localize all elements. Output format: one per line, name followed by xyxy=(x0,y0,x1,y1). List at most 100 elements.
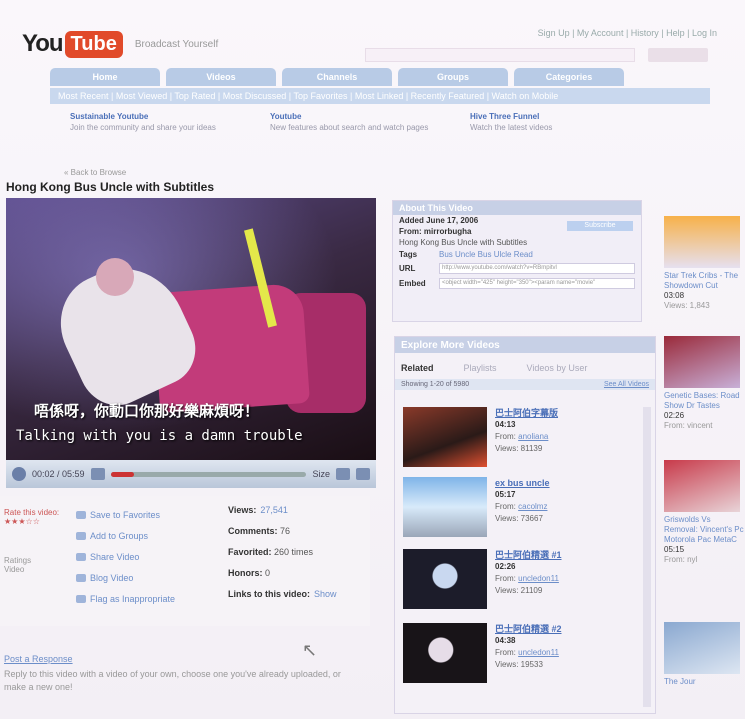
related-video-item[interactable]: 巴士阿伯精選 #1 02:26 From: uncledon11 Views: … xyxy=(403,549,643,613)
video-thumbnail[interactable] xyxy=(664,336,740,388)
related-video-title[interactable]: 巴士阿伯精選 #1 xyxy=(495,549,562,561)
promoted-video-views: From: nyl xyxy=(664,555,698,564)
scrollbar[interactable] xyxy=(643,407,651,707)
fullscreen-icon[interactable] xyxy=(356,468,370,480)
sub-navigation[interactable]: Most Recent | Most Viewed | Top Rated | … xyxy=(50,88,710,104)
volume-icon[interactable] xyxy=(90,468,105,480)
url-field[interactable]: http://www.youtube.com/watch?v=RBmpitvl xyxy=(439,263,635,274)
share-video-link[interactable]: Share Video xyxy=(76,546,175,567)
related-video-title[interactable]: 巴士阿伯字幕版 xyxy=(495,407,558,419)
related-video-title[interactable]: 巴士阿伯精選 #2 xyxy=(495,623,562,635)
group-icon xyxy=(76,531,86,540)
subscribe-button[interactable]: Subscribe xyxy=(567,221,633,231)
video-stats: Views: 27,541 Comments: 76 Favorited: 260… xyxy=(228,505,358,610)
video-label: Video xyxy=(4,565,25,574)
embed-label: Embed xyxy=(399,279,426,288)
promoted-video[interactable]: Genetic Bases: Road Show Dr Tastes 02:26… xyxy=(664,336,744,431)
related-video-item[interactable]: 巴士阿伯字幕版 04:13 From: anoliana Views: 8113… xyxy=(403,407,643,471)
from-label: From: xyxy=(495,432,516,441)
promo-item[interactable]: Sustainable Youtube Join the community a… xyxy=(70,112,240,132)
promoted-video-title[interactable]: Griswolds Vs Removal: Vincent's Pc Motor… xyxy=(664,515,744,545)
promo-item[interactable]: Youtube New features about search and wa… xyxy=(270,112,440,132)
tab-playlists[interactable]: Playlists xyxy=(464,363,497,373)
back-to-browse-link[interactable]: « Back to Browse xyxy=(64,168,126,177)
top-links[interactable]: Sign Up | My Account | History | Help | … xyxy=(538,28,717,38)
video-thumbnail[interactable] xyxy=(403,623,487,683)
video-thumbnail[interactable] xyxy=(403,477,487,537)
ratings-label: Ratings xyxy=(4,556,32,565)
search-input[interactable] xyxy=(365,48,635,62)
promoted-video[interactable]: Star Trek Cribs - The Showdown Cut 03:08… xyxy=(664,216,744,311)
links-show-link[interactable]: Show xyxy=(314,589,337,599)
comments-label: Comments: xyxy=(228,526,278,536)
see-all-link[interactable]: See All Videos xyxy=(604,381,649,388)
tab-home[interactable]: Home xyxy=(50,68,160,86)
video-thumbnail[interactable] xyxy=(403,549,487,609)
tab-channels[interactable]: Channels xyxy=(282,68,392,86)
video-thumbnail[interactable] xyxy=(403,407,487,467)
post-response-link[interactable]: Post a Response xyxy=(4,654,73,664)
tab-videos-by-user[interactable]: Videos by User xyxy=(527,363,588,373)
related-video-title[interactable]: ex bus uncle xyxy=(495,477,550,489)
embed-field[interactable]: <object width="425" height="350"><param … xyxy=(439,278,635,289)
add-groups-link[interactable]: Add to Groups xyxy=(76,525,175,546)
promoted-video-title[interactable]: The Jour xyxy=(664,677,744,687)
tags-links[interactable]: Bus Uncle Bus Ulcle Read xyxy=(439,250,533,259)
action-label[interactable]: Add to Groups xyxy=(90,531,148,541)
video-description: Hong Kong Bus Uncle with Subtitles xyxy=(399,238,528,247)
share-icon xyxy=(76,552,86,561)
play-pause-button[interactable] xyxy=(12,467,26,481)
favorited-label: Favorited: xyxy=(228,547,272,557)
tab-categories[interactable]: Categories xyxy=(514,68,624,86)
from-label: From: xyxy=(495,502,516,511)
video-thumbnail[interactable] xyxy=(664,622,740,674)
related-video-item[interactable]: 巴士阿伯精選 #2 04:38 From: uncledon11 Views: … xyxy=(403,623,643,687)
mouse-cursor-icon: ↖ xyxy=(302,640,318,660)
url-label: URL xyxy=(399,264,416,273)
promoted-video-title[interactable]: Star Trek Cribs - The Showdown Cut xyxy=(664,271,744,291)
about-video-panel: About This Video Subscribe Added June 17… xyxy=(392,200,642,322)
video-player[interactable]: 唔係呀，你動口你那好樂麻煩呀！ Talking with you is a da… xyxy=(6,198,376,488)
video-thumbnail[interactable] xyxy=(664,460,740,512)
honors-count: 0 xyxy=(265,568,271,578)
tab-groups[interactable]: Groups xyxy=(398,68,508,86)
related-video-author[interactable]: uncledon11 xyxy=(518,648,559,657)
video-thumbnail[interactable] xyxy=(664,216,740,268)
promoted-video[interactable]: Griswolds Vs Removal: Vincent's Pc Motor… xyxy=(664,460,744,565)
explore-title: Explore More Videos xyxy=(395,337,655,353)
star-icon xyxy=(76,510,86,519)
action-label[interactable]: Save to Favorites xyxy=(90,510,160,520)
seek-bar[interactable] xyxy=(110,471,307,477)
rating-stars[interactable]: ★★★☆☆ xyxy=(4,517,59,526)
blog-icon xyxy=(76,573,86,582)
action-label[interactable]: Flag as Inappropriate xyxy=(90,594,175,604)
promoted-video-duration: 02:26 xyxy=(664,411,685,420)
related-video-item[interactable]: ex bus uncle 05:17 From: cacolmz Views: … xyxy=(403,477,643,541)
related-video-author[interactable]: uncledon11 xyxy=(518,574,559,583)
flag-video-link[interactable]: Flag as Inappropriate xyxy=(76,588,175,609)
comments-count: 76 xyxy=(280,526,291,536)
promoted-video-title[interactable]: Genetic Bases: Road Show Dr Tastes xyxy=(664,391,744,411)
related-video-author[interactable]: anoliana xyxy=(518,432,548,441)
blog-video-link[interactable]: Blog Video xyxy=(76,567,175,588)
subtitle-english: Talking with you is a damn trouble xyxy=(16,428,303,444)
youtube-logo[interactable]: You Tube Broadcast Yourself xyxy=(22,30,218,58)
promoted-video[interactable]: The Jour xyxy=(664,622,744,687)
promo-title[interactable]: Sustainable Youtube xyxy=(70,112,240,121)
promo-item[interactable]: Hive Three Funnel Watch the latest video… xyxy=(470,112,640,132)
logo-you: You xyxy=(22,30,64,57)
video-frame[interactable]: 唔係呀，你動口你那好樂麻煩呀！ Talking with you is a da… xyxy=(6,198,376,460)
related-video-duration: 04:38 xyxy=(495,636,516,645)
promo-title[interactable]: Hive Three Funnel xyxy=(470,112,640,121)
tab-videos[interactable]: Videos xyxy=(166,68,276,86)
size-icon[interactable] xyxy=(336,468,350,480)
related-video-author[interactable]: cacolmz xyxy=(518,502,547,511)
search-button[interactable] xyxy=(648,48,708,62)
related-video-info: 巴士阿伯字幕版 04:13 From: anoliana Views: 8113… xyxy=(495,407,558,455)
save-favorites-link[interactable]: Save to Favorites xyxy=(76,504,175,525)
promo-title[interactable]: Youtube xyxy=(270,112,440,121)
action-label[interactable]: Blog Video xyxy=(90,573,133,583)
related-video-info: 巴士阿伯精選 #2 04:38 From: uncledon11 Views: … xyxy=(495,623,562,671)
tab-related[interactable]: Related xyxy=(401,363,434,373)
action-label[interactable]: Share Video xyxy=(90,552,139,562)
